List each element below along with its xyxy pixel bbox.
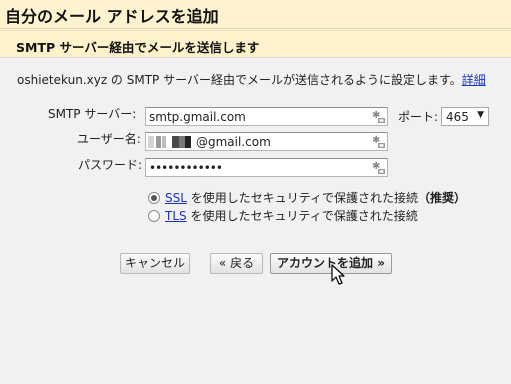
title-bar: 自分のメール アドレスを追加 [0,0,511,29]
section-title: SMTP サーバー経由でメールを送信します [16,40,260,55]
triangle-down-icon: ▼ [477,110,484,120]
port-select[interactable]: 465 ▼ [441,107,489,126]
port-label: ポート: [398,110,439,124]
mouse-pointer-icon [331,264,345,285]
ssl-option[interactable]: SSL を使用したセキュリティで保護された接続（推奨） [148,189,466,206]
add-email-dialog: 自分のメール アドレスを追加 SMTP サーバー経由でメールを送信します osh… [0,0,511,384]
description-text: oshietekun.xyz の SMTP サーバー経由でメールが送信されるよう… [17,73,462,87]
password-input[interactable]: •••••••••••• ✱ [145,158,388,177]
tls-option[interactable]: TLS を使用したセキュリティで保護された接続 [148,207,418,224]
ssl-radio[interactable] [148,192,160,204]
tls-radio[interactable] [148,210,160,222]
blurred-username [148,136,192,148]
back-button[interactable]: « 戻る [210,253,263,274]
dialog-title: 自分のメール アドレスを追加 [5,7,219,26]
details-link[interactable]: 詳細 [462,73,486,87]
password-label: パスワード: [78,158,143,172]
key-asterisk-icon[interactable]: ✱ [371,135,385,149]
ssl-text: を使用したセキュリティで保護された接続 [186,191,419,205]
username-label: ユーザー名: [77,132,141,146]
username-input[interactable]: @gmail.com ✱ [145,132,388,151]
port-value: 465 [446,110,469,124]
key-asterisk-icon[interactable]: ✱ [371,110,385,124]
smtp-server-label: SMTP サーバー: [48,107,137,121]
username-value: @gmail.com [196,135,271,149]
key-asterisk-icon[interactable]: ✱ [371,161,385,175]
description: oshietekun.xyz の SMTP サーバー経由でメールが送信されるよう… [17,71,486,88]
tls-text: を使用したセキュリティで保護された接続 [186,209,418,223]
section-header: SMTP サーバー経由でメールを送信します [0,30,511,58]
cancel-button[interactable]: キャンセル [120,253,190,274]
smtp-server-value: smtp.gmail.com [149,110,246,124]
password-value: •••••••••••• [149,161,223,175]
tls-link[interactable]: TLS [165,209,187,223]
smtp-server-input[interactable]: smtp.gmail.com ✱ [145,107,388,126]
ssl-link[interactable]: SSL [165,191,187,205]
ssl-recommended: （推奨） [418,191,467,205]
